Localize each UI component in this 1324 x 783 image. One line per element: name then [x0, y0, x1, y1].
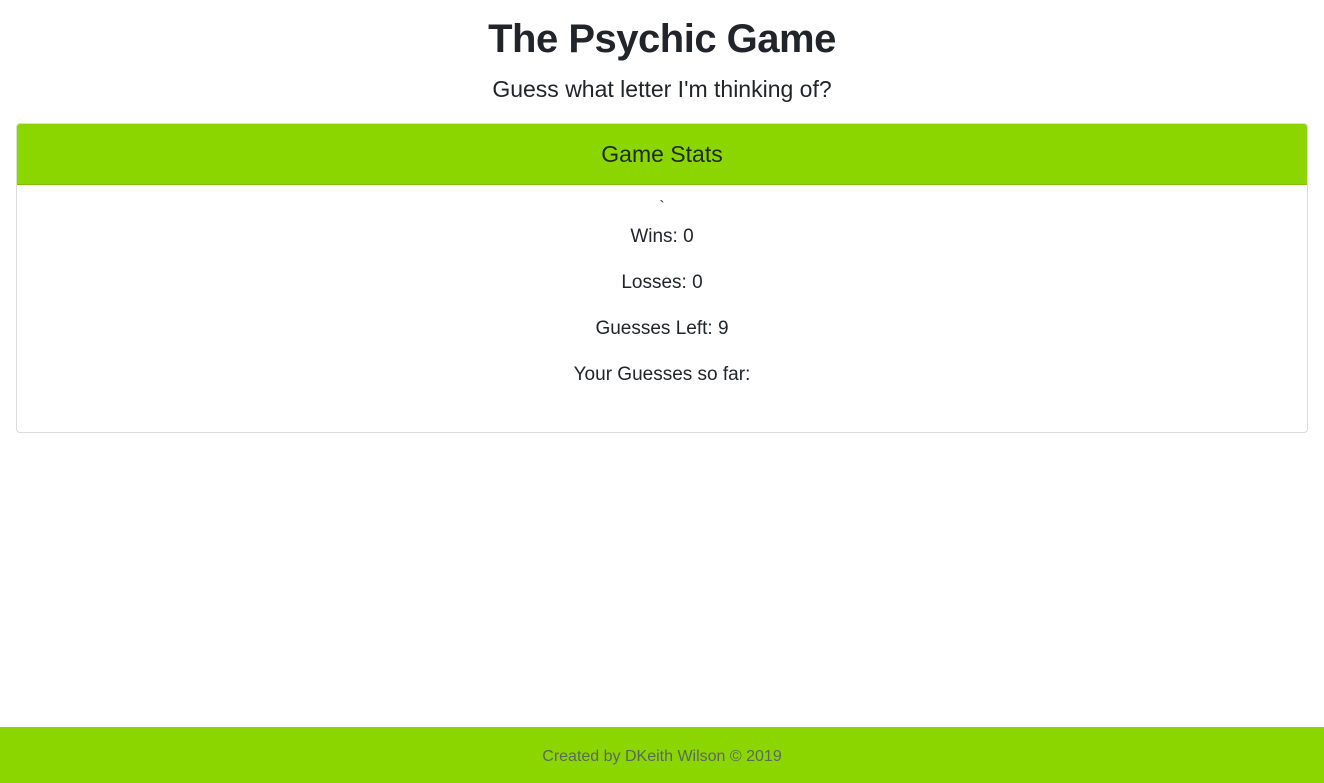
page-title: The Psychic Game [488, 17, 836, 61]
losses-stat: Losses: 0 [621, 272, 703, 293]
page: The Psychic Game Guess what letter I'm t… [0, 0, 1324, 783]
game-stats-card: Game Stats ` Wins: 0 Losses: 0 Guesses L… [16, 123, 1308, 433]
wins-stat: Wins: 0 [630, 226, 694, 247]
guesses-so-far-stat: Your Guesses so far: [573, 364, 751, 385]
backtick-char: ` [659, 199, 665, 216]
guesses-left-stat: Guesses Left: 9 [595, 318, 729, 339]
page-subtitle: Guess what letter I'm thinking of? [492, 76, 832, 102]
game-stats-body: ` Wins: 0 Losses: 0 Guesses Left: 9 Your… [17, 199, 1307, 387]
game-stats-header: Game Stats [17, 124, 1307, 185]
footer: Created by DKeith Wilson © 2019 [0, 727, 1324, 783]
